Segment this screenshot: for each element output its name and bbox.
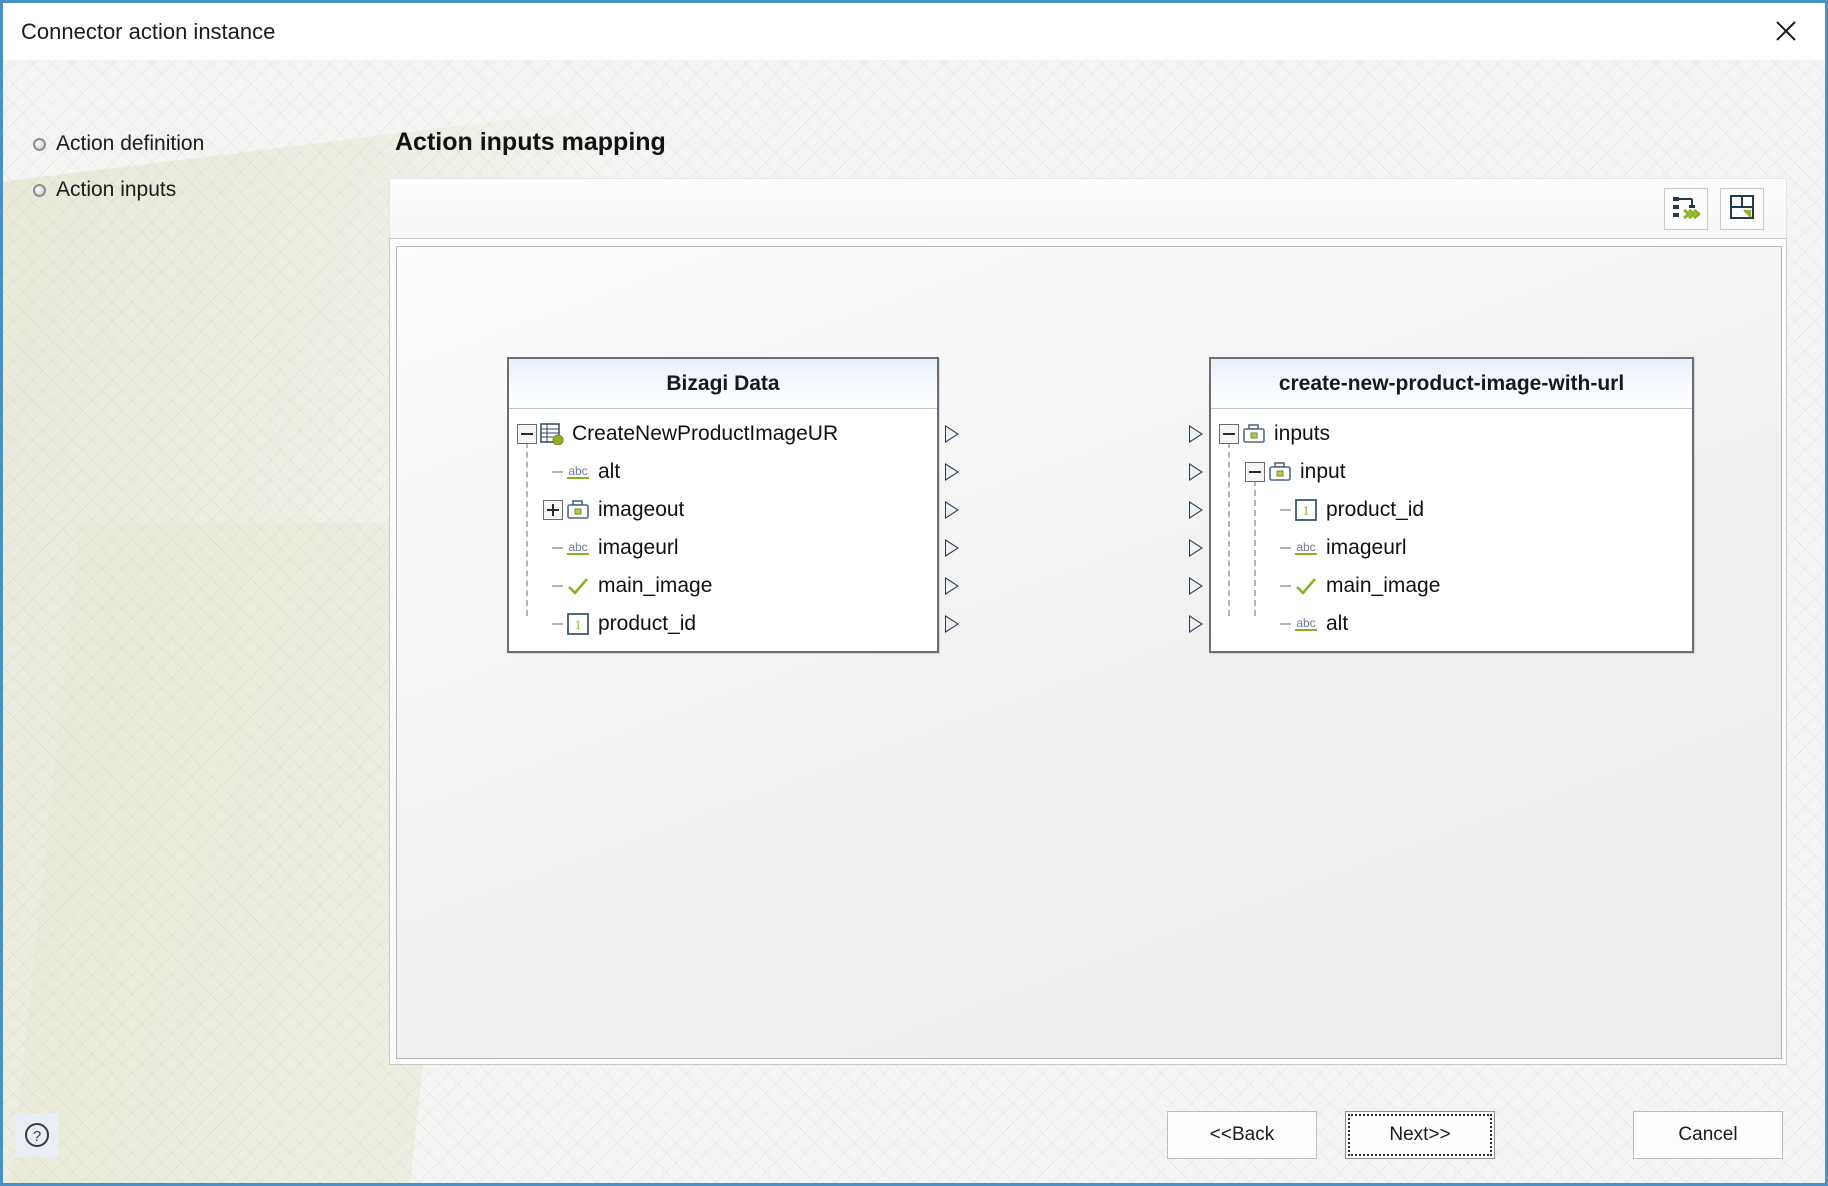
collection-icon (1241, 422, 1267, 446)
page-title: Action inputs mapping (395, 128, 666, 156)
close-icon[interactable] (1757, 9, 1815, 53)
source-panel-header: Bizagi Data (509, 359, 937, 409)
svg-text:abc: abc (568, 464, 587, 478)
wizard-steps-nav: Action definition Action inputs (33, 121, 333, 213)
sidebar-item-action-inputs[interactable]: Action inputs (33, 167, 333, 213)
target-port-icon[interactable] (1189, 615, 1203, 633)
abc-icon: abc (1293, 612, 1319, 636)
tree-elbow-icon (543, 576, 565, 596)
tree-row[interactable]: abc imageurl (1189, 529, 1692, 567)
abc-icon: abc (565, 536, 591, 560)
dialog-footer: ? <<Back Next>> Cancel (3, 1073, 1825, 1183)
boolean-check-icon (1293, 574, 1319, 598)
target-panel-title: create-new-product-image-with-url (1278, 371, 1625, 395)
tree-elbow-icon (1271, 576, 1293, 596)
window-title: Connector action instance (21, 19, 276, 44)
expand-node-icon[interactable] (543, 500, 563, 520)
step-bullet-icon (33, 183, 46, 197)
tree-row-label: imageout (598, 498, 685, 521)
tree-row[interactable]: 1 product_id (509, 605, 959, 643)
boolean-check-icon (565, 574, 591, 598)
tree-row-label: inputs (1274, 422, 1331, 445)
next-button[interactable]: Next>> (1345, 1111, 1495, 1159)
target-tree-rows: inputs input 1 product_idabc imageurl main_im… (1189, 409, 1692, 651)
title-bar: Connector action instance (3, 3, 1825, 60)
tree-row[interactable]: abc imageurl (509, 529, 959, 567)
source-port-icon[interactable] (945, 615, 959, 633)
number-one-icon: 1 (1293, 498, 1319, 522)
tree-elbow-icon (1271, 614, 1293, 634)
svg-text:?: ? (33, 1128, 41, 1145)
target-port-icon[interactable] (1189, 501, 1203, 519)
mapping-toolbar (389, 178, 1787, 238)
tree-row[interactable]: abc alt (1189, 605, 1692, 643)
source-tree-panel: Bizagi Data CreateNewProductImageUR abc al… (507, 357, 959, 653)
tree-row-label: input (1300, 460, 1346, 483)
target-port-icon[interactable] (1189, 425, 1203, 443)
tree-elbow-icon (543, 462, 565, 482)
svg-text:abc: abc (1296, 616, 1315, 630)
mapping-canvas-frame: Bizagi Data CreateNewProductImageUR abc al… (389, 238, 1787, 1065)
svg-text:abc: abc (568, 540, 587, 554)
target-panel-header: create-new-product-image-with-url (1211, 359, 1692, 409)
target-tree-panel: create-new-product-image-with-url inputs… (1189, 357, 1694, 653)
dialog-window: Connector action instance Action definit… (0, 0, 1828, 1186)
tree-row-label: alt (598, 460, 621, 483)
tree-row[interactable]: inputs (1189, 415, 1692, 453)
auto-map-icon (1672, 194, 1702, 225)
abc-icon: abc (1293, 536, 1319, 560)
tree-row[interactable]: main_image (509, 567, 959, 605)
abc-icon: abc (565, 460, 591, 484)
step-bullet-icon (33, 137, 46, 151)
source-tree-rows: CreateNewProductImageUR abc alt imageout abc… (509, 409, 959, 651)
tree-row-label: imageurl (598, 536, 679, 559)
collapse-node-icon[interactable] (1219, 424, 1239, 444)
collapse-node-icon[interactable] (1245, 462, 1265, 482)
svg-text:1: 1 (1303, 503, 1310, 518)
sidebar-item-action-definition[interactable]: Action definition (33, 121, 333, 167)
tree-row-label: product_id (598, 612, 697, 635)
target-port-icon[interactable] (1189, 577, 1203, 595)
tree-row-label: main_image (1326, 574, 1441, 597)
auto-map-button[interactable] (1664, 188, 1708, 230)
source-port-icon[interactable] (945, 539, 959, 557)
source-port-icon[interactable] (945, 425, 959, 443)
sidebar-item-label: Action inputs (56, 178, 177, 201)
source-port-icon[interactable] (945, 463, 959, 481)
tree-row[interactable]: CreateNewProductImageUR (509, 415, 959, 453)
tree-row[interactable]: abc alt (509, 453, 959, 491)
collapse-node-icon[interactable] (517, 424, 537, 444)
source-port-icon[interactable] (945, 577, 959, 595)
svg-text:1: 1 (575, 617, 582, 632)
sidebar-item-label: Action definition (56, 132, 205, 155)
target-port-icon[interactable] (1189, 463, 1203, 481)
target-port-icon[interactable] (1189, 539, 1203, 557)
tree-row-label: product_id (1326, 498, 1425, 521)
source-port-icon[interactable] (945, 501, 959, 519)
collection-icon (565, 498, 591, 522)
source-panel-title: Bizagi Data (666, 371, 780, 395)
mapping-canvas[interactable]: Bizagi Data CreateNewProductImageUR abc al… (396, 246, 1782, 1059)
arrange-layout-button[interactable] (1720, 188, 1764, 230)
fit-layout-icon (1729, 194, 1755, 225)
tree-row-label: alt (1326, 612, 1349, 635)
number-one-icon: 1 (565, 612, 591, 636)
tree-elbow-icon (543, 538, 565, 558)
tree-elbow-icon (1271, 538, 1293, 558)
tree-row[interactable]: input (1189, 453, 1692, 491)
tree-row-label: imageurl (1326, 536, 1407, 559)
svg-text:abc: abc (1296, 540, 1315, 554)
tree-row-label: CreateNewProductImageUR (572, 422, 839, 445)
back-button[interactable]: <<Back (1167, 1111, 1317, 1159)
tree-row[interactable]: main_image (1189, 567, 1692, 605)
help-icon[interactable]: ? (15, 1113, 59, 1157)
tree-elbow-icon (543, 614, 565, 634)
tree-row[interactable]: 1 product_id (1189, 491, 1692, 529)
tree-elbow-icon (1271, 500, 1293, 520)
tree-row-label: main_image (598, 574, 713, 597)
tree-row[interactable]: imageout (509, 491, 959, 529)
collection-icon (1267, 460, 1293, 484)
entity-icon (539, 422, 565, 446)
cancel-button[interactable]: Cancel (1633, 1111, 1783, 1159)
